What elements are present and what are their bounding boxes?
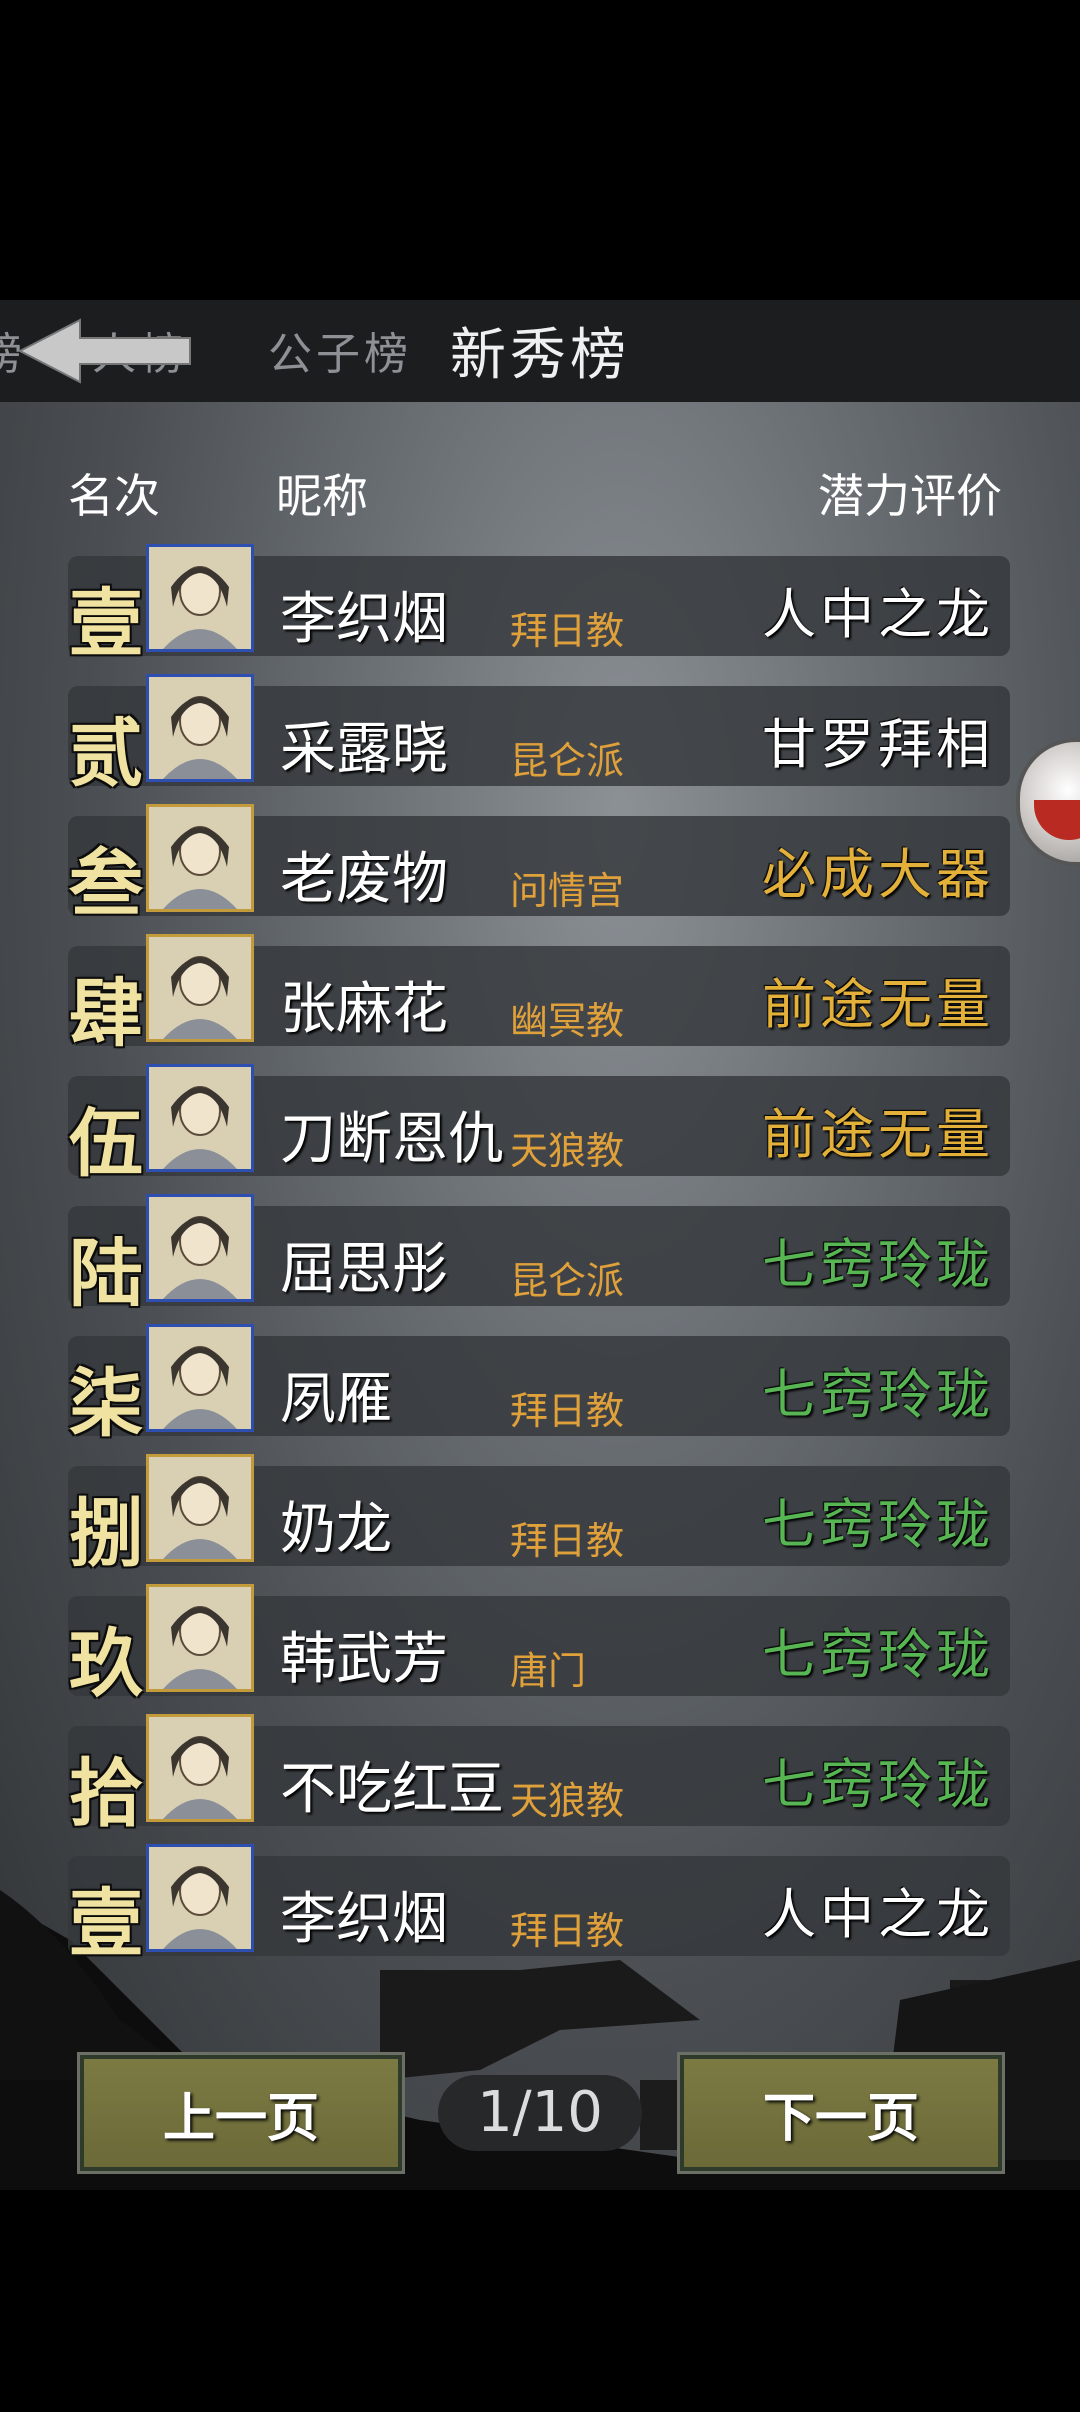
- potential-rating: 七窍玲珑: [762, 1623, 994, 1686]
- potential-rating: 甘罗拜相: [762, 713, 994, 776]
- player-sect: 唐门: [510, 1649, 587, 1693]
- potential-rating: 必成大器: [762, 843, 994, 906]
- tab-xinxiu-bang[interactable]: 新秀榜: [450, 310, 630, 391]
- table-row[interactable]: 贰 采露晓 昆仑派 甘罗拜相: [68, 674, 1010, 797]
- rank-numeral: 贰: [69, 711, 143, 797]
- avatar[interactable]: [146, 804, 254, 912]
- potential-rating: 人中之龙: [762, 583, 994, 646]
- avatar[interactable]: [146, 1584, 254, 1692]
- table-row[interactable]: 伍 刀断恩仇 天狼教 前途无量: [68, 1064, 1010, 1187]
- player-nickname: 夙雁: [280, 1367, 392, 1432]
- avatar[interactable]: [146, 1714, 254, 1822]
- table-row[interactable]: 柒 夙雁 拜日教 七窍玲珑: [68, 1324, 1010, 1447]
- header-potential: 潜力评价: [818, 469, 1002, 523]
- potential-rating: 七窍玲珑: [762, 1753, 994, 1816]
- avatar[interactable]: [146, 1454, 254, 1562]
- player-sect: 昆仑派: [510, 1259, 625, 1303]
- player-sect: 拜日教: [510, 1519, 625, 1563]
- player-nickname: 李织烟: [280, 1887, 448, 1952]
- avatar[interactable]: [146, 674, 254, 782]
- player-nickname: 刀断恩仇: [280, 1107, 504, 1172]
- rank-numeral: 柒: [69, 1361, 143, 1447]
- potential-rating: 七窍玲珑: [762, 1233, 994, 1296]
- player-nickname: 老废物: [280, 847, 448, 912]
- next-page-button[interactable]: 下一页: [677, 2052, 1005, 2174]
- player-sect: 拜日教: [510, 1909, 625, 1953]
- player-sect: 幽冥教: [510, 999, 625, 1043]
- table-row[interactable]: 肆 张麻花 幽冥教 前途无量: [68, 934, 1010, 1057]
- rank-numeral: 壹: [69, 581, 143, 667]
- player-sect: 问情宫: [510, 869, 625, 913]
- rank-numeral: 玖: [69, 1621, 143, 1707]
- rank-numeral: 壹: [69, 1881, 143, 1967]
- player-nickname: 韩武芳: [280, 1627, 448, 1692]
- potential-rating: 七窍玲珑: [762, 1493, 994, 1556]
- avatar[interactable]: [146, 1844, 254, 1952]
- table-row[interactable]: 陆 屈思彤 昆仑派 七窍玲珑: [68, 1194, 1010, 1317]
- header-nickname: 昵称: [276, 469, 368, 523]
- player-sect: 拜日教: [510, 1389, 625, 1433]
- avatar[interactable]: [146, 1324, 254, 1432]
- rank-numeral: 伍: [69, 1101, 143, 1187]
- player-nickname: 不吃红豆: [280, 1757, 504, 1822]
- player-nickname: 采露晓: [280, 717, 448, 782]
- rank-numeral: 叁: [69, 841, 143, 927]
- avatar[interactable]: [146, 1194, 254, 1302]
- table-row[interactable]: 壹 李织烟 拜日教 人中之龙: [68, 544, 1010, 667]
- player-nickname: 张麻花: [280, 977, 448, 1042]
- leaderboard-screen: 榜 人榜 公子榜 新秀榜 名次 昵称 潜力评价 壹李织烟拜日教人中之龙贰采露晓昆…: [0, 300, 1080, 2190]
- tab-gongzi-bang[interactable]: 公子榜: [268, 318, 412, 382]
- player-nickname: 李织烟: [280, 587, 448, 652]
- prev-page-button[interactable]: 上一页: [77, 2052, 405, 2174]
- potential-rating: 七窍玲珑: [762, 1363, 994, 1426]
- avatar[interactable]: [146, 934, 254, 1042]
- avatar[interactable]: [146, 1064, 254, 1172]
- rank-numeral: 拾: [69, 1751, 143, 1837]
- header-rank: 名次: [68, 469, 160, 523]
- avatar[interactable]: [146, 544, 254, 652]
- rank-numeral: 肆: [69, 971, 143, 1057]
- table-row[interactable]: 壹 李织烟 拜日教 人中之龙: [68, 1844, 1010, 1967]
- back-arrow-icon[interactable]: [10, 314, 210, 388]
- table-row[interactable]: 叁 老废物 问情宫 必成大器: [68, 804, 1010, 927]
- rank-numeral: 陆: [69, 1231, 143, 1317]
- table-row[interactable]: 拾 不吃红豆 天狼教 七窍玲珑: [68, 1714, 1010, 1837]
- table-row[interactable]: 玖 韩武芳 唐门 七窍玲珑: [68, 1584, 1010, 1707]
- rank-numeral: 捌: [69, 1491, 143, 1577]
- player-sect: 昆仑派: [510, 739, 625, 783]
- potential-rating: 人中之龙: [762, 1883, 994, 1946]
- potential-rating: 前途无量: [762, 1103, 994, 1166]
- player-nickname: 奶龙: [280, 1497, 392, 1562]
- potential-rating: 前途无量: [762, 973, 994, 1036]
- page-indicator: 1/10: [438, 2075, 642, 2151]
- player-sect: 拜日教: [510, 609, 625, 653]
- player-sect: 天狼教: [510, 1129, 625, 1173]
- table-row[interactable]: 捌 奶龙 拜日教 七窍玲珑: [68, 1454, 1010, 1577]
- player-nickname: 屈思彤: [280, 1237, 448, 1302]
- tab-bar: 榜 人榜 公子榜 新秀榜: [0, 300, 1080, 402]
- orb-icon[interactable]: [1016, 738, 1080, 866]
- player-sect: 天狼教: [510, 1779, 625, 1823]
